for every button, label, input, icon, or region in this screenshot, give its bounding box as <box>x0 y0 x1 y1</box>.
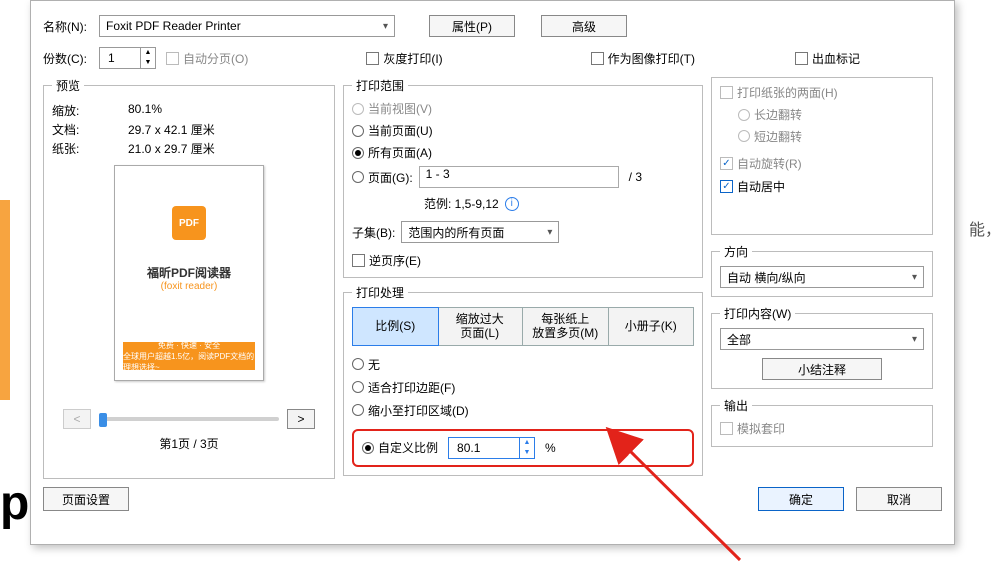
background-decor <box>0 200 10 400</box>
page-slider[interactable] <box>99 417 279 421</box>
subset-label: 子集(B): <box>352 224 395 241</box>
simulate-overprint-checkbox: 模拟套印 <box>720 420 785 437</box>
prev-page-button[interactable]: < <box>63 409 91 429</box>
spinner-down-icon[interactable]: ▼ <box>520 448 534 458</box>
reverse-order-checkbox[interactable]: 逆页序(E) <box>352 252 694 269</box>
current-page-radio[interactable]: 当前页面(U) <box>352 122 694 139</box>
auto-center-checkbox[interactable]: 自动居中 <box>720 178 785 195</box>
orientation-legend: 方向 <box>720 243 752 260</box>
percent-label: % <box>545 441 556 455</box>
cancel-button[interactable]: 取消 <box>856 487 942 511</box>
print-content-group: 打印内容(W) 全部 ▾ 小结注释 <box>711 305 933 389</box>
scale-custom-radio[interactable]: 自定义比例 <box>362 439 438 456</box>
long-edge-radio: 长边翻转 <box>738 106 802 123</box>
bleed-marks-checkbox[interactable]: 出血标记 <box>795 50 860 67</box>
preview-legend: 预览 <box>52 77 84 94</box>
spinner-up-icon[interactable]: ▲ <box>141 48 155 58</box>
scale-shrink-radio[interactable]: 缩小至打印区域(D) <box>352 402 694 419</box>
orientation-dropdown[interactable]: 自动 横向/纵向 ▾ <box>720 266 924 288</box>
copies-label: 份数(C): <box>43 50 99 67</box>
auto-rotate-checkbox: 自动旋转(R) <box>720 155 802 172</box>
chevron-down-icon: ▾ <box>912 272 917 283</box>
chevron-down-icon: ▾ <box>912 334 917 345</box>
pages-radio[interactable]: 页面(G): <box>352 169 413 186</box>
paper-size-label: 纸张: <box>52 140 128 157</box>
scale-fit-margin-radio[interactable]: 适合打印边距(F) <box>352 379 694 396</box>
foxit-band: 免费 · 快速 · 安全 全球用户超越1.5亿，阅读PDF文档的理想选择~ <box>123 342 255 370</box>
page-indicator: 第1页 / 3页 <box>52 435 326 452</box>
current-view-radio: 当前视图(V) <box>352 100 694 117</box>
advanced-button[interactable]: 高级 <box>541 15 627 37</box>
print-range-legend: 打印范围 <box>352 77 408 94</box>
properties-button[interactable]: 属性(P) <box>429 15 515 37</box>
background-letter: p <box>0 476 29 531</box>
doc-size-label: 文档: <box>52 121 128 138</box>
next-page-button[interactable]: > <box>287 409 315 429</box>
foxit-subtitle-text: (foxit reader) <box>161 281 218 292</box>
output-group: 输出 模拟套印 <box>711 397 933 447</box>
preview-page-thumbnail: PDF 福昕PDF阅读器 (foxit reader) 免费 · 快速 · 安全… <box>114 165 264 381</box>
page-setup-button[interactable]: 页面设置 <box>43 487 129 511</box>
print-as-image-checkbox[interactable]: 作为图像打印(T) <box>591 50 695 67</box>
print-content-legend: 打印内容(W) <box>720 305 795 322</box>
tab-scale[interactable]: 比例(S) <box>352 307 439 346</box>
paper-size-value: 21.0 x 29.7 厘米 <box>128 140 215 157</box>
orientation-group: 方向 自动 横向/纵向 ▾ <box>711 243 933 297</box>
print-range-group: 打印范围 当前视图(V) 当前页面(U) 所有页面(A) 页面(G): 1 - … <box>343 77 703 278</box>
background-partial-text: 能， <box>969 216 1001 240</box>
copies-spinner[interactable]: 1 ▲▼ <box>99 47 156 69</box>
printer-dropdown[interactable]: Foxit PDF Reader Printer ▾ <box>99 15 395 37</box>
foxit-title-text: 福昕PDF阅读器 <box>147 264 231 281</box>
printer-name-label: 名称(N): <box>43 18 99 35</box>
spinner-down-icon[interactable]: ▼ <box>141 58 155 68</box>
short-edge-radio: 短边翻转 <box>738 128 802 145</box>
handling-tabs: 比例(S) 缩放过大 页面(L) 每张纸上 放置多页(M) 小册子(K) <box>352 307 694 346</box>
custom-scale-spinner[interactable]: 80.1 ▲▼ <box>448 437 535 459</box>
scale-none-radio[interactable]: 无 <box>352 356 694 373</box>
duplex-checkbox: 打印纸张的两面(H) <box>720 84 838 101</box>
pages-total: / 3 <box>629 170 642 184</box>
spinner-up-icon[interactable]: ▲ <box>520 438 534 448</box>
custom-scale-highlight: 自定义比例 80.1 ▲▼ % <box>352 429 694 467</box>
print-handling-legend: 打印处理 <box>352 284 408 301</box>
preview-group: 预览 缩放:80.1% 文档:29.7 x 42.1 厘米 纸张:21.0 x … <box>43 77 335 479</box>
pages-input[interactable]: 1 - 3 <box>419 166 619 188</box>
duplex-group: 打印纸张的两面(H) 长边翻转 短边翻转 自动旋转(R) 自动居中 <box>711 77 933 235</box>
tab-multi-per-sheet[interactable]: 每张纸上 放置多页(M) <box>523 308 609 345</box>
zoom-value: 80.1% <box>128 102 162 119</box>
zoom-label: 缩放: <box>52 102 128 119</box>
pages-example-label: 范例: 1,5-9,12 <box>424 195 499 212</box>
grayscale-checkbox[interactable]: 灰度打印(I) <box>366 50 442 67</box>
chevron-down-icon: ▾ <box>547 227 552 238</box>
ok-button[interactable]: 确定 <box>758 487 844 511</box>
slider-thumb[interactable] <box>99 413 107 427</box>
info-icon[interactable]: i <box>505 197 519 211</box>
subset-dropdown[interactable]: 范围内的所有页面 ▾ <box>401 221 559 243</box>
tab-booklet[interactable]: 小册子(K) <box>609 308 694 345</box>
foxit-logo-icon: PDF <box>172 206 206 240</box>
all-pages-radio[interactable]: 所有页面(A) <box>352 144 694 161</box>
print-handling-group: 打印处理 比例(S) 缩放过大 页面(L) 每张纸上 放置多页(M) 小册子(K… <box>343 284 703 476</box>
doc-size-value: 29.7 x 42.1 厘米 <box>128 121 215 138</box>
summarize-comments-button[interactable]: 小结注释 <box>762 358 882 380</box>
collate-checkbox: 自动分页(O) <box>166 50 248 67</box>
print-content-dropdown[interactable]: 全部 ▾ <box>720 328 924 350</box>
tab-fit-large[interactable]: 缩放过大 页面(L) <box>438 308 524 345</box>
print-dialog: 名称(N): Foxit PDF Reader Printer ▾ 属性(P) … <box>30 0 955 545</box>
output-legend: 输出 <box>720 397 752 414</box>
chevron-down-icon: ▾ <box>383 21 388 32</box>
